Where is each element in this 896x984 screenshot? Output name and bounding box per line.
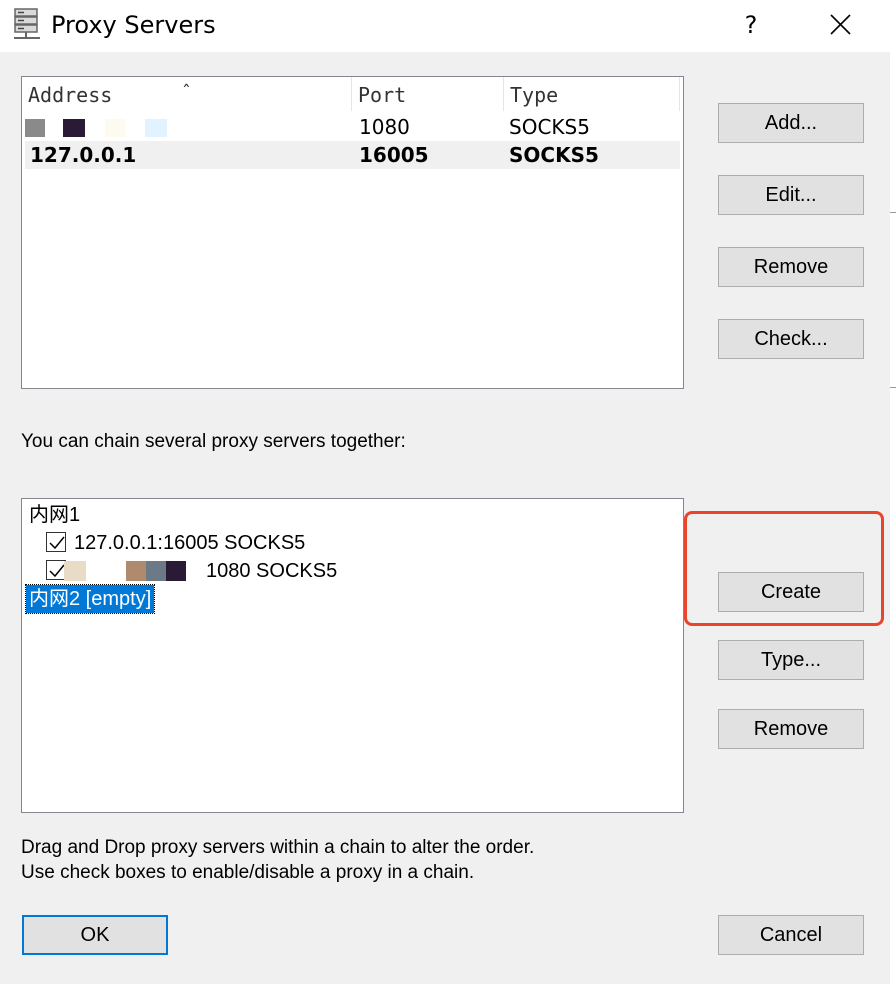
close-button[interactable] [815, 4, 867, 46]
checkmark-icon [49, 536, 65, 550]
redacted-address [25, 119, 45, 137]
hint-checkboxes: Use check boxes to enable/disable a prox… [21, 862, 475, 883]
chain-proxy-item[interactable]: 127.0.0.1:16005 SOCKS5 [46, 529, 305, 557]
address-cell: 127.0.0.1 [30, 143, 137, 167]
chain-proxy-label: 127.0.0.1:16005 SOCKS5 [74, 532, 306, 554]
background-window-edge [890, 52, 896, 984]
add-proxy-button[interactable]: Add... [718, 103, 864, 143]
list-row[interactable]: 1080 SOCKS5 [25, 113, 680, 141]
close-icon [830, 14, 851, 35]
column-header-address[interactable]: Address ˆ [22, 77, 352, 111]
chain-proxy-item[interactable]: 1080 SOCKS5 [46, 557, 366, 585]
chain-node[interactable]: 内网1 [29, 501, 80, 529]
enable-checkbox[interactable] [46, 560, 66, 580]
redacted-address [63, 119, 85, 137]
chain-type-button[interactable]: Type... [718, 640, 864, 680]
proxy-server-list[interactable]: Address ˆ Port Type 1080 SOCKS5 127.0.0.… [21, 76, 684, 389]
server-icon [14, 8, 40, 39]
port-cell: 1080 [359, 115, 410, 139]
enable-checkbox[interactable] [46, 532, 66, 552]
redacted-address [126, 561, 146, 581]
redacted-address [64, 561, 86, 581]
help-button[interactable]: ? [727, 4, 775, 46]
chain-label: You can chain several proxy servers toge… [21, 431, 406, 452]
remove-proxy-button[interactable]: Remove [718, 247, 864, 287]
chain-proxy-label: 1080 SOCKS5 [206, 560, 338, 582]
redacted-address [146, 561, 166, 581]
title-bar: Proxy Servers ? [0, 0, 896, 52]
window-title: Proxy Servers [51, 11, 216, 39]
sort-up-icon: ˆ [181, 82, 192, 103]
proxy-chain-tree[interactable]: 内网1 127.0.0.1:16005 SOCKS5 1080 SOCKS5 内… [21, 498, 684, 813]
type-cell: SOCKS5 [509, 143, 599, 167]
remove-chain-button[interactable]: Remove [718, 709, 864, 749]
create-chain-button[interactable]: Create [718, 572, 864, 612]
redacted-address [105, 119, 125, 137]
check-proxy-button[interactable]: Check... [718, 319, 864, 359]
list-header: Address ˆ Port Type [22, 77, 681, 113]
edit-proxy-button[interactable]: Edit... [718, 175, 864, 215]
column-header-type[interactable]: Type [504, 77, 680, 111]
list-row[interactable]: 127.0.0.1 16005 SOCKS5 [25, 141, 680, 169]
chain-node-selected[interactable]: 内网2 [empty] [24, 584, 156, 614]
redacted-address [166, 561, 186, 581]
type-cell: SOCKS5 [509, 115, 590, 139]
ok-button[interactable]: OK [22, 915, 168, 955]
column-header-port[interactable]: Port [352, 77, 504, 111]
cancel-button[interactable]: Cancel [718, 915, 864, 955]
redacted-address [86, 559, 126, 581]
port-cell: 16005 [359, 143, 429, 167]
redacted-address [145, 119, 167, 137]
column-header-label: Address [28, 83, 113, 107]
hint-drag-drop: Drag and Drop proxy servers within a cha… [21, 837, 535, 858]
